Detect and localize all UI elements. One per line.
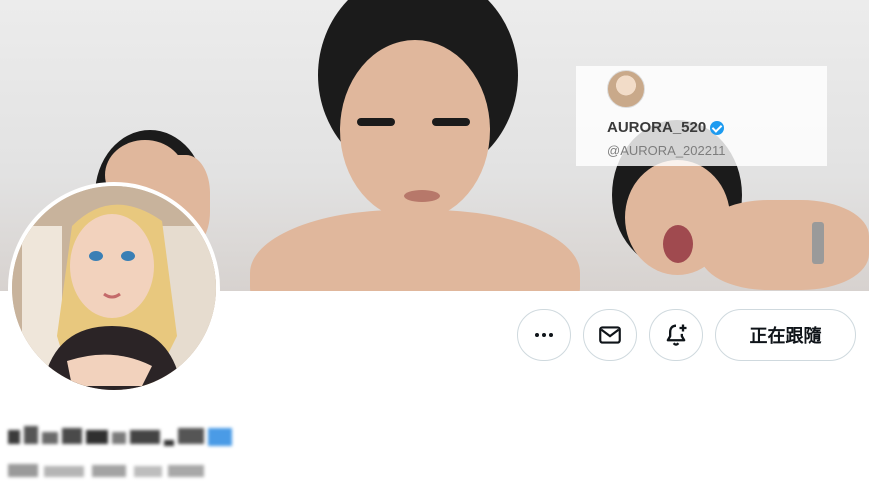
- more-options-button[interactable]: [517, 309, 571, 361]
- more-icon: [535, 333, 553, 337]
- following-button[interactable]: 正在跟隨: [715, 309, 856, 361]
- following-label: 正在跟隨: [749, 326, 822, 346]
- message-button[interactable]: [583, 309, 637, 361]
- mail-icon: [599, 326, 621, 344]
- overlay-name-text: AURORA_520: [607, 119, 707, 136]
- avatar-illustration: [12, 186, 216, 390]
- profile-avatar[interactable]: [8, 182, 220, 394]
- verified-icon: [710, 120, 725, 135]
- overlay-avatar: [607, 70, 645, 108]
- overlay-name: AURORA_520: [607, 119, 725, 136]
- handle-obscured: [8, 462, 208, 485]
- bell-plus-icon: [666, 324, 687, 346]
- overlay-handle: @AURORA_202211: [607, 143, 726, 158]
- display-name-obscured: [8, 424, 238, 455]
- notify-button[interactable]: [649, 309, 703, 361]
